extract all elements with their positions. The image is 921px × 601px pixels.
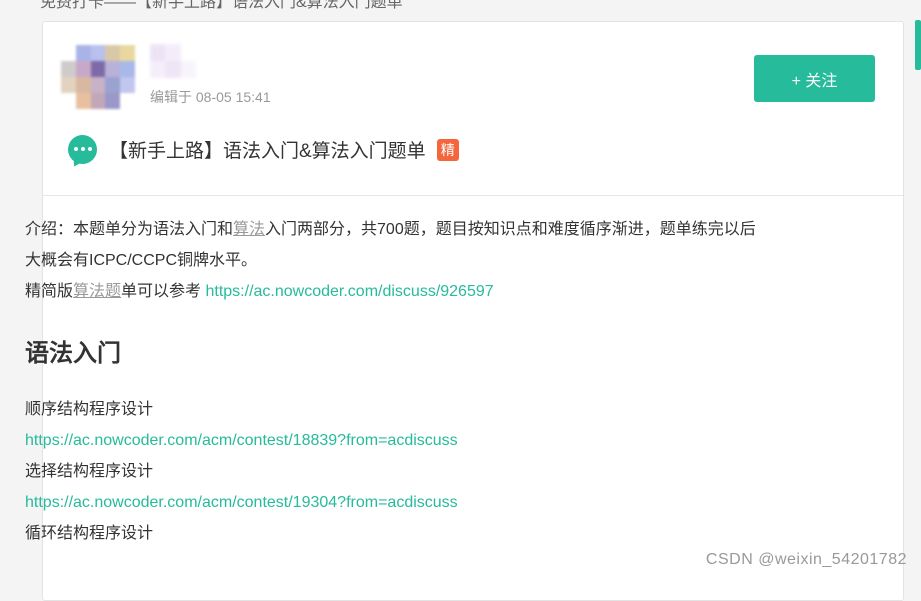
post-body: 介绍：本题单分为语法入门和算法入门两部分，共700题，题目按知识点和难度循序渐进… bbox=[25, 200, 835, 549]
intro-text: 精简版 bbox=[25, 283, 74, 300]
intro-text: 单可以参考 bbox=[121, 283, 206, 300]
follow-button[interactable]: + 关注 bbox=[754, 55, 875, 102]
intro-text: 介绍：本题单分为语法入门和 bbox=[25, 221, 234, 238]
list-item-label: 循环结构程序设计 bbox=[25, 525, 154, 542]
keyword-link-algorithm-problems[interactable]: 算法题 bbox=[73, 283, 121, 300]
chat-bubble-icon bbox=[68, 135, 97, 164]
featured-badge: 精 bbox=[436, 138, 459, 161]
intro-text: 入门两部分，共700题，题目按知识点和难度循序渐进，题单练完以后 bbox=[265, 221, 756, 238]
section-title: 语法入门 bbox=[25, 340, 121, 367]
intro-text: 大概会有ICPC/CCPC铜牌水平。 bbox=[25, 252, 258, 269]
top-strip-text: 免费打卡——【新手上路】语法入门&算法入门题单 bbox=[40, 0, 403, 11]
post-title[interactable]: 【新手上路】语法入门&算法入门题单 bbox=[109, 136, 426, 163]
contest-link[interactable]: https://ac.nowcoder.com/acm/contest/1930… bbox=[25, 487, 835, 518]
intro-paragraph: 介绍：本题单分为语法入门和算法入门两部分，共700题，题目按知识点和难度循序渐进… bbox=[25, 214, 835, 307]
keyword-link-algorithm[interactable]: 算法 bbox=[233, 221, 265, 238]
contest-list: 顺序结构程序设计 https://ac.nowcoder.com/acm/con… bbox=[25, 394, 835, 549]
edit-time: 编辑于 08-05 15:41 bbox=[150, 89, 271, 105]
discuss-link[interactable]: https://ac.nowcoder.com/discuss/926597 bbox=[205, 283, 493, 300]
watermark: CSDN @weixin_54201782 bbox=[705, 551, 907, 568]
list-item-label: 选择结构程序设计 bbox=[25, 463, 154, 480]
post-title-row: 【新手上路】语法入门&算法入门题单 精 bbox=[68, 135, 459, 164]
right-edge-accent bbox=[915, 20, 921, 70]
list-item-label: 顺序结构程序设计 bbox=[25, 401, 154, 418]
avatar[interactable] bbox=[61, 45, 135, 109]
post-header: 编辑于 08-05 15:41 + 关注 【新手上路】语法入门&算法入门题单 精 bbox=[43, 22, 903, 196]
username-blurred[interactable] bbox=[150, 44, 196, 78]
contest-link[interactable]: https://ac.nowcoder.com/acm/contest/1883… bbox=[25, 425, 835, 456]
